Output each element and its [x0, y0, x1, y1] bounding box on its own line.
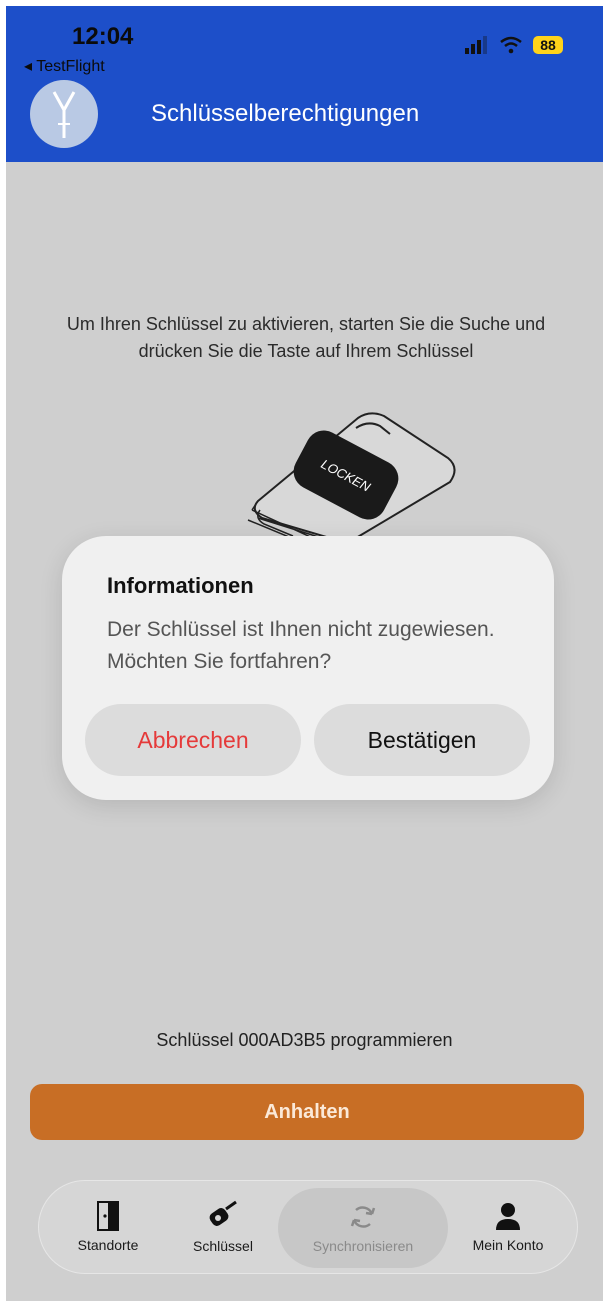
app-screen: 12:04 ◂ TestFlight 88 Schlüsselberechtig…	[6, 6, 603, 1301]
dialog-message: Der Schlüssel ist Ihnen nicht zugewiesen…	[107, 618, 495, 673]
dialog-title: Informationen	[107, 573, 254, 598]
activation-instructions: Um Ihren Schlüssel zu aktivieren, starte…	[66, 314, 546, 361]
person-icon	[496, 1203, 520, 1230]
page-title: Schlüsselberechtigungen	[151, 100, 420, 127]
door-icon	[97, 1201, 119, 1231]
tab-label: Standorte	[77, 1237, 139, 1253]
tab-label: Synchronisieren	[312, 1238, 414, 1254]
info-dialog: Informationen Der Schlüssel ist Ihnen ni…	[62, 536, 554, 800]
status-time: 12:04	[72, 23, 134, 50]
battery-icon: 88	[533, 36, 563, 54]
tab-label: Schlüssel	[193, 1238, 253, 1254]
wifi-icon	[500, 36, 522, 54]
tab-standorte[interactable]: Standorte	[48, 1180, 168, 1274]
stop-button[interactable]: Anhalten	[30, 1084, 584, 1140]
tab-schluessel[interactable]: Schlüssel	[168, 1180, 278, 1274]
cancel-button[interactable]: Abbrechen	[85, 704, 301, 776]
header-bar: 12:04 ◂ TestFlight 88 Schlüsselberechtig…	[6, 6, 603, 162]
keyfob-illustration: LOCKEN	[247, 412, 456, 546]
tab-synchronisieren[interactable]: Synchronisieren	[278, 1188, 448, 1268]
tab-bar: Standorte Schlüssel Synchronisieren Mein…	[38, 1180, 578, 1274]
confirm-button[interactable]: Bestätigen	[314, 704, 530, 776]
battery-level: 88	[540, 37, 556, 53]
app-logo	[30, 80, 98, 148]
tab-mein-konto[interactable]: Mein Konto	[448, 1180, 568, 1274]
back-to-testflight-link[interactable]: ◂ TestFlight	[24, 56, 105, 76]
program-status: Schlüssel 000AD3B5 programmieren	[156, 1030, 453, 1050]
logo-mark-icon	[52, 91, 76, 138]
key-fob-icon	[209, 1200, 237, 1226]
signal-icon	[465, 36, 487, 54]
tab-label: Mein Konto	[472, 1237, 544, 1253]
sync-icon	[350, 1206, 376, 1228]
status-icons: 88	[465, 36, 563, 54]
